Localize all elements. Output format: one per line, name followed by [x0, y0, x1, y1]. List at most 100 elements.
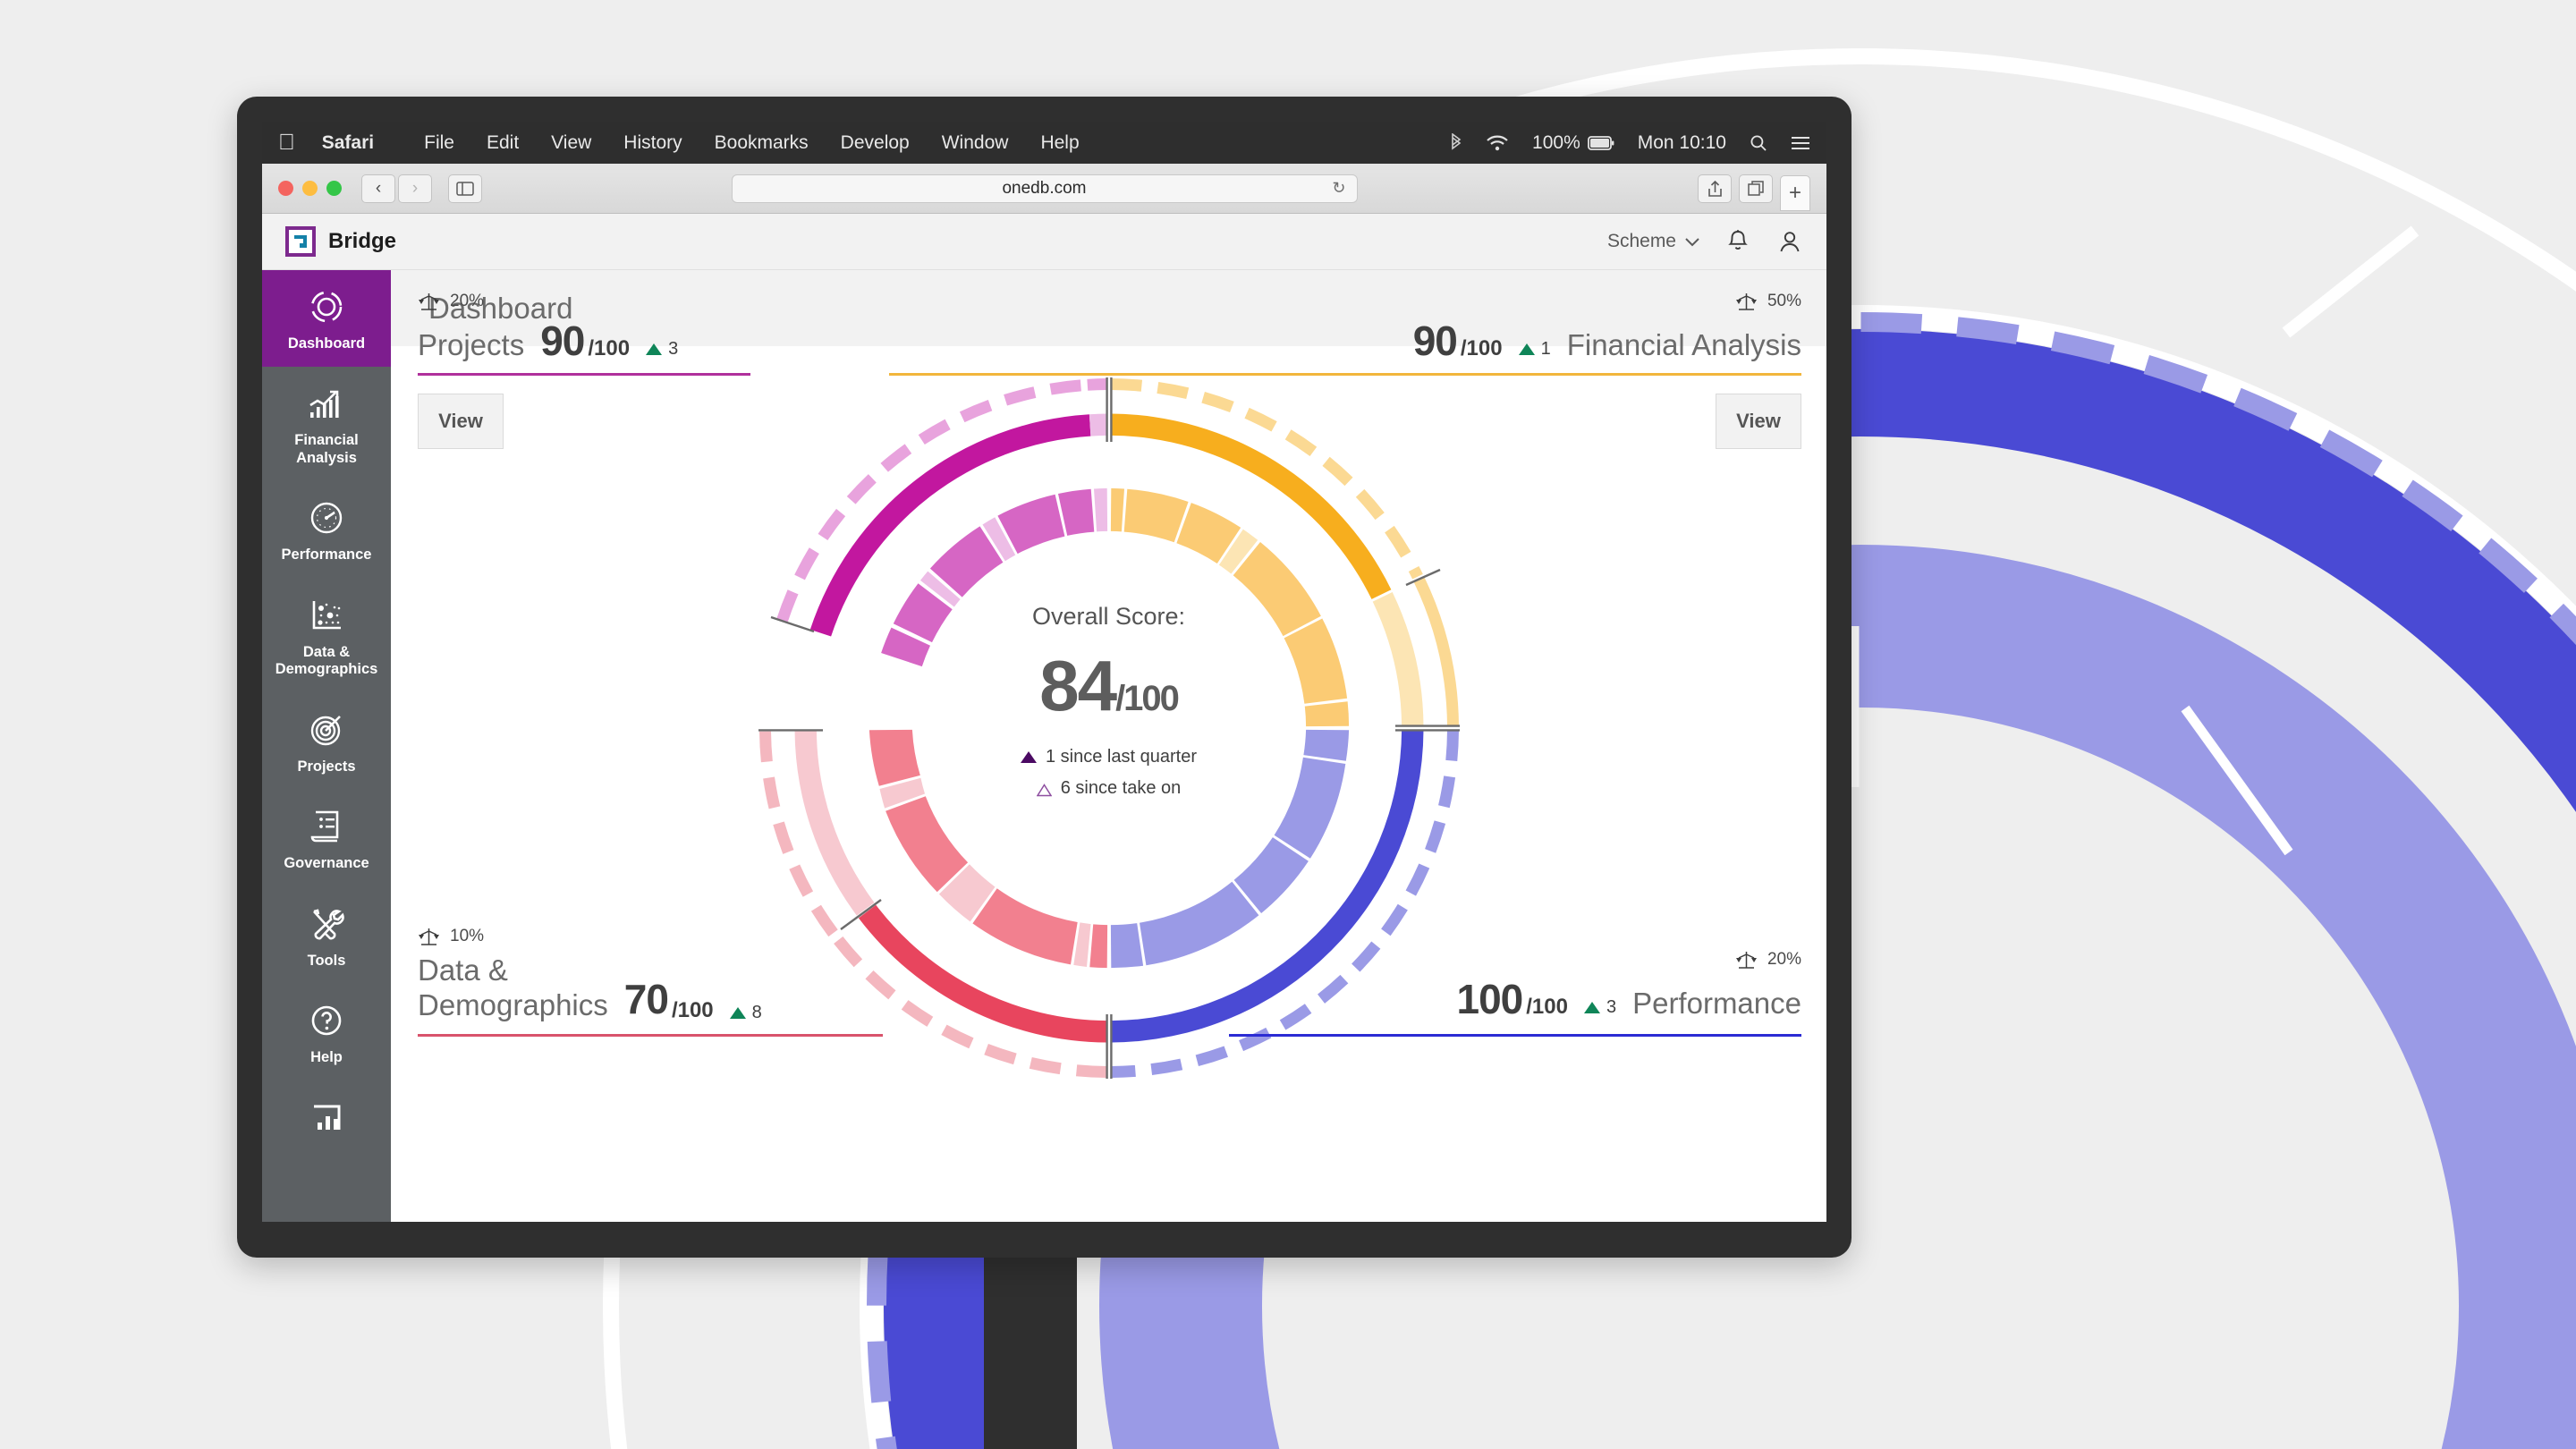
app-header: Bridge Scheme	[262, 214, 1826, 270]
kpi-projects-delta-value: 3	[668, 339, 679, 359]
tab-overview-button[interactable]	[1739, 174, 1773, 203]
sidebar-label-financial-analysis: Financial Analysis	[294, 432, 359, 466]
speedometer-icon	[306, 497, 347, 538]
forward-button[interactable]: ›	[398, 174, 432, 203]
scales-icon	[1735, 292, 1758, 311]
triangle-up-icon	[646, 343, 663, 355]
kpi-data-name: Data & Demographics	[418, 953, 608, 1023]
new-tab-button[interactable]: +	[1780, 174, 1810, 211]
sidebar-item-performance[interactable]: Performance	[262, 481, 391, 578]
brand[interactable]: Bridge	[285, 226, 396, 257]
kpi-projects-weight-text: 20%	[450, 292, 485, 310]
menu-edit[interactable]: Edit	[487, 132, 519, 154]
sidebar-item-governance[interactable]: Governance	[262, 790, 391, 886]
bar-chart-icon	[306, 1097, 347, 1139]
scales-icon	[1735, 950, 1758, 970]
kpi-finance-outof: /100	[1460, 336, 1503, 360]
account-icon[interactable]	[1776, 228, 1803, 255]
wifi-icon[interactable]	[1486, 134, 1509, 152]
question-circle-icon	[306, 1000, 347, 1041]
monitor-stand-neck	[984, 1249, 1077, 1449]
kpi-projects-outof: /100	[588, 336, 631, 360]
sidebar-toggle-button[interactable]	[448, 174, 482, 203]
screen:  Safari File Edit View History Bookmark…	[262, 122, 1826, 1222]
overall-score-number: 84	[1039, 646, 1117, 725]
sidebar-label-help: Help	[310, 1049, 343, 1066]
share-button[interactable]	[1698, 174, 1732, 203]
sidebar-item-projects[interactable]: Projects	[262, 693, 391, 790]
kpi-data-delta: 8	[729, 1002, 762, 1023]
bell-icon[interactable]	[1724, 228, 1751, 255]
target-arrow-icon	[306, 709, 347, 750]
search-icon[interactable]	[1750, 134, 1767, 152]
sidebar-label-governance: Governance	[284, 855, 369, 872]
overall-score-label: Overall Score:	[1031, 603, 1186, 630]
overall-score-center: Overall Score: 84/100 1 since last quart…	[921, 603, 1297, 799]
kpi-perf-delta-value: 3	[1606, 997, 1617, 1017]
minimize-window-button[interactable]	[302, 181, 318, 196]
window-controls[interactable]	[278, 181, 342, 196]
kpi-perf-weight: 20%	[961, 950, 1801, 970]
control-center-icon[interactable]	[1791, 135, 1810, 151]
maximize-window-button[interactable]	[326, 181, 342, 196]
kpi-perf-delta: 3	[1583, 997, 1617, 1018]
sidebar-item-tools[interactable]: Tools	[262, 887, 391, 984]
back-button[interactable]: ‹	[361, 174, 395, 203]
sidebar-item-dashboard[interactable]: Dashboard	[262, 270, 391, 368]
triangle-up-icon	[729, 1006, 746, 1019]
score-change-takeon: 6 since take on	[921, 778, 1297, 799]
scatter-plot-icon	[306, 595, 347, 636]
menu-view[interactable]: View	[551, 132, 591, 154]
kpi-finance-name: Financial Analysis	[1566, 328, 1801, 361]
menu-history[interactable]: History	[623, 132, 682, 154]
triangle-up-icon	[1518, 343, 1535, 355]
scales-icon	[418, 292, 440, 311]
chevron-down-icon	[1685, 231, 1699, 252]
document-list-icon	[306, 806, 347, 847]
main-content: Dashboard Overall Score: 84/100 1 since …	[391, 270, 1826, 1222]
kpi-data-name-line2: Demographics	[418, 987, 608, 1021]
close-window-button[interactable]	[278, 181, 293, 196]
kpi-data-weight: 10%	[418, 927, 1250, 946]
sidebar-item-financial-analysis[interactable]: Financial Analysis	[262, 367, 391, 481]
scales-icon	[418, 927, 440, 946]
sidebar-label-dashboard: Dashboard	[287, 335, 366, 352]
kpi-finance-delta-value: 1	[1540, 339, 1551, 359]
kpi-finance-weight-text: 50%	[1767, 292, 1801, 310]
menubar-app-name[interactable]: Safari	[322, 132, 374, 154]
kpi-projects-delta: 3	[646, 339, 678, 360]
kpi-perf-score: 100	[1456, 976, 1523, 1022]
kpi-projects-rule	[418, 373, 750, 376]
score-change-quarter-text: 1 since last quarter	[1046, 747, 1197, 767]
bluetooth-icon[interactable]	[1450, 132, 1462, 153]
kpi-data-name-line1: Data &	[418, 953, 508, 987]
triangle-up-solid-icon	[1021, 751, 1037, 763]
url-text: onedb.com	[1002, 178, 1087, 198]
kpi-projects-view-button[interactable]: View	[418, 394, 504, 449]
menu-file[interactable]: File	[424, 132, 454, 154]
reload-icon[interactable]: ↻	[1332, 179, 1345, 198]
kpi-performance: 20% 100 /100 3 Performance	[961, 950, 1801, 1037]
scheme-selector[interactable]: Scheme	[1607, 231, 1699, 252]
brand-name: Bridge	[328, 229, 397, 253]
kpi-data-outof: /100	[671, 997, 714, 1022]
bridge-logo-icon	[285, 226, 316, 257]
sidebar-label-data-demographics: Data & Demographics	[275, 643, 378, 678]
apple-icon[interactable]: 	[278, 131, 295, 154]
triangle-up-hollow-icon	[1036, 782, 1053, 797]
sidebar-label-projects: Projects	[297, 758, 356, 775]
sidebar-item-reports[interactable]	[262, 1081, 391, 1161]
kpi-data-delta-value: 8	[751, 1002, 762, 1022]
sidebar-item-data-demographics[interactable]: Data & Demographics	[262, 579, 391, 693]
menu-bookmarks[interactable]: Bookmarks	[715, 132, 809, 154]
address-bar[interactable]: onedb.com ↻	[731, 174, 1358, 203]
menu-window[interactable]: Window	[942, 132, 1009, 154]
menu-help[interactable]: Help	[1040, 132, 1079, 154]
battery-icon[interactable]	[1587, 135, 1614, 150]
sidebar-label-performance: Performance	[281, 547, 372, 564]
menubar-clock[interactable]: Mon 10:10	[1638, 132, 1726, 154]
scheme-label: Scheme	[1606, 231, 1676, 251]
menu-develop[interactable]: Develop	[841, 132, 910, 154]
sidebar-item-help[interactable]: Help	[262, 984, 391, 1080]
kpi-finance-view-button[interactable]: View	[1716, 394, 1801, 449]
